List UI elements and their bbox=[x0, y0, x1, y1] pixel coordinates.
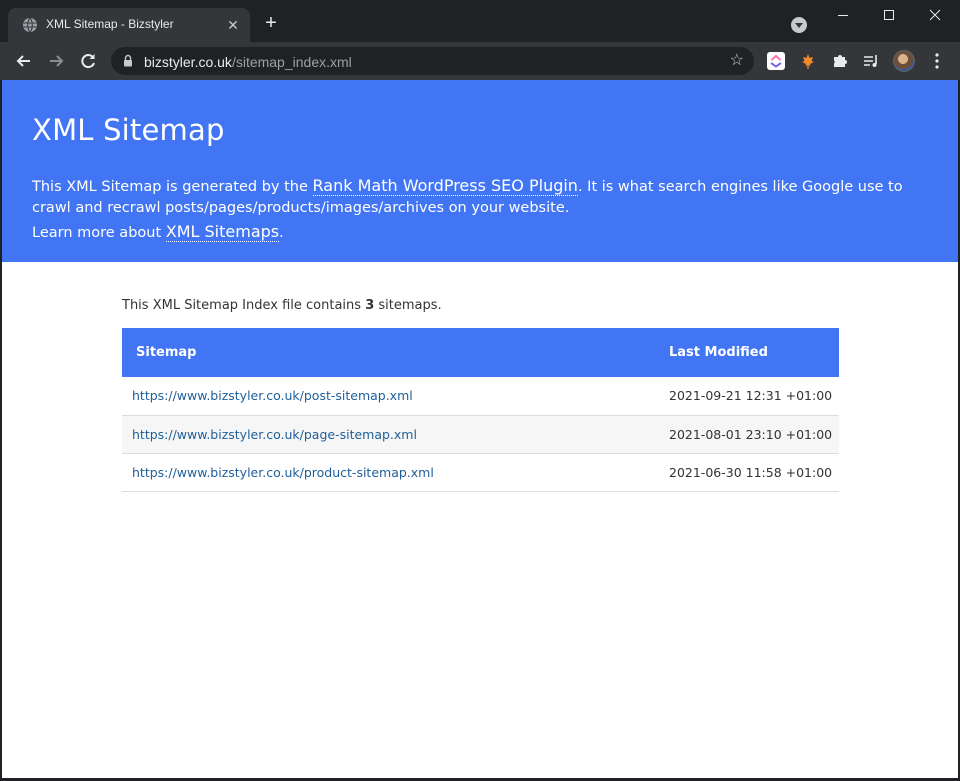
tab-close-icon[interactable]: ✕ bbox=[224, 16, 242, 34]
url-text: bizstyler.co.uk/sitemap_index.xml bbox=[144, 54, 352, 70]
url-path: /sitemap_index.xml bbox=[231, 54, 352, 70]
tab-search-icon[interactable] bbox=[791, 17, 807, 33]
maximize-icon bbox=[884, 10, 894, 20]
sitemap-link[interactable]: https://www.bizstyler.co.uk/page-sitemap… bbox=[132, 427, 417, 442]
page-content: XML Sitemap This XML Sitemap is generate… bbox=[2, 80, 958, 778]
sitemap-link[interactable]: https://www.bizstyler.co.uk/product-site… bbox=[132, 465, 434, 480]
sitemap-table: Sitemap Last Modified https://www.bizsty… bbox=[122, 328, 839, 492]
summary-before: This XML Sitemap Index file contains bbox=[122, 298, 366, 313]
close-window-button[interactable] bbox=[912, 0, 958, 30]
tab-bar: XML Sitemap - Bizstyler ✕ + bbox=[0, 0, 960, 42]
sitemap-count: 3 bbox=[365, 298, 375, 313]
learn-more-text: Learn more about XML Sitemaps. bbox=[32, 221, 284, 244]
tab-xml-sitemap[interactable]: XML Sitemap - Bizstyler ✕ bbox=[8, 8, 250, 42]
sitemap-url-cell: https://www.bizstyler.co.uk/product-site… bbox=[122, 453, 669, 492]
last-modified-cell: 2021-09-21 12:31 +01:00 bbox=[669, 377, 839, 416]
clickup-extension-icon[interactable] bbox=[767, 52, 785, 70]
table-row: https://www.bizstyler.co.uk/post-sitemap… bbox=[122, 377, 839, 416]
reload-icon[interactable] bbox=[77, 50, 99, 72]
address-bar[interactable]: bizstyler.co.uk/sitemap_index.xml ☆ bbox=[111, 47, 754, 75]
sitemap-url-cell: https://www.bizstyler.co.uk/page-sitemap… bbox=[122, 415, 669, 454]
back-arrow-icon[interactable] bbox=[13, 50, 35, 72]
summary-after: sitemaps. bbox=[374, 298, 442, 313]
minimize-icon bbox=[838, 15, 848, 16]
forward-arrow-icon[interactable] bbox=[45, 50, 67, 72]
column-header-sitemap: Sitemap bbox=[136, 345, 197, 360]
table-row: https://www.bizstyler.co.uk/product-site… bbox=[122, 453, 839, 492]
tab-title: XML Sitemap - Bizstyler bbox=[46, 17, 174, 31]
new-tab-icon[interactable]: + bbox=[261, 13, 281, 34]
page-title: XML Sitemap bbox=[32, 113, 225, 147]
page-header: XML Sitemap This XML Sitemap is generate… bbox=[2, 80, 958, 262]
sitemap-link[interactable]: https://www.bizstyler.co.uk/post-sitemap… bbox=[132, 388, 413, 403]
sitemap-count-summary: This XML Sitemap Index file contains 3 s… bbox=[122, 298, 442, 313]
lock-icon[interactable] bbox=[123, 54, 133, 67]
last-modified-cell: 2021-06-30 11:58 +01:00 bbox=[669, 453, 839, 492]
rank-math-link[interactable]: Rank Math WordPress SEO Plugin bbox=[312, 176, 578, 196]
extensions-puzzle-icon[interactable] bbox=[831, 52, 849, 70]
more-menu-icon[interactable] bbox=[930, 51, 944, 71]
column-header-last-modified: Last Modified bbox=[669, 345, 768, 360]
desc-text-before: This XML Sitemap is generated by the bbox=[32, 179, 313, 195]
media-queue-icon[interactable] bbox=[862, 52, 880, 70]
url-host: bizstyler.co.uk bbox=[144, 54, 232, 70]
learn-text-after: . bbox=[279, 225, 284, 241]
browser-window: XML Sitemap - Bizstyler ✕ + bizstyler.co… bbox=[0, 0, 960, 781]
close-icon bbox=[929, 9, 941, 21]
profile-avatar[interactable] bbox=[893, 50, 915, 72]
learn-text-before: Learn more about bbox=[32, 225, 166, 241]
sitemap-url-cell: https://www.bizstyler.co.uk/post-sitemap… bbox=[122, 377, 669, 416]
xml-sitemaps-link[interactable]: XML Sitemaps bbox=[165, 222, 280, 242]
maple-leaf-extension-icon[interactable] bbox=[799, 52, 817, 70]
globe-icon bbox=[23, 17, 37, 33]
bookmark-star-icon[interactable]: ☆ bbox=[730, 52, 744, 70]
table-row: https://www.bizstyler.co.uk/page-sitemap… bbox=[122, 415, 839, 454]
maximize-button[interactable] bbox=[866, 0, 912, 30]
last-modified-cell: 2021-08-01 23:10 +01:00 bbox=[669, 415, 839, 454]
table-header-row: Sitemap Last Modified bbox=[122, 328, 839, 377]
header-description: This XML Sitemap is generated by the Ran… bbox=[32, 175, 932, 219]
browser-toolbar: bizstyler.co.uk/sitemap_index.xml ☆ bbox=[0, 42, 960, 80]
minimize-button[interactable] bbox=[820, 0, 866, 30]
